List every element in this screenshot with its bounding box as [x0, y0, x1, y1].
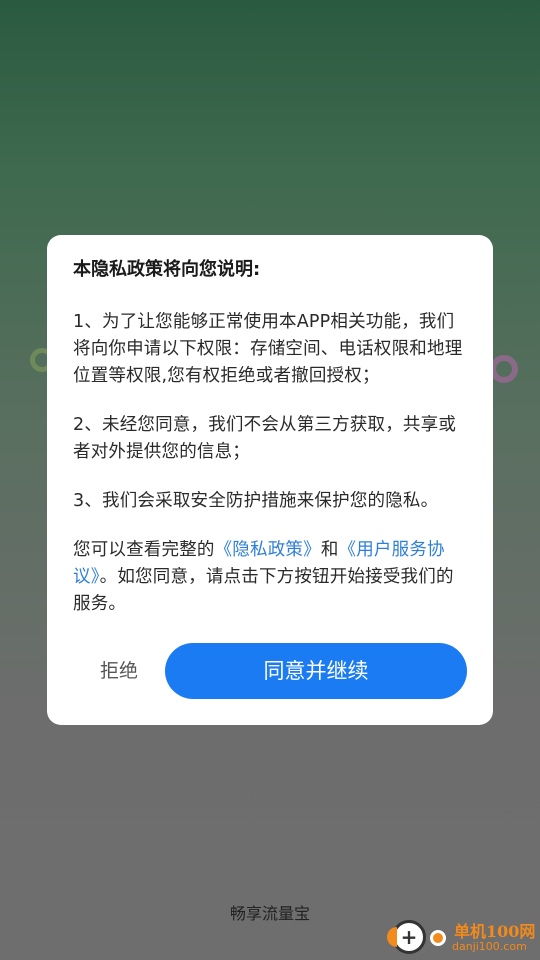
security-paragraph: 3、我们会采取安全防护措施来保护您的隐私。 [73, 491, 439, 511]
agreement-and: 和 [320, 540, 339, 560]
background-ring-decoration [490, 355, 518, 383]
watermark-url: danji100.com [452, 940, 527, 953]
dialog-title: 本隐私政策将向您说明: [73, 259, 261, 280]
agreement-suffix: 。如您同意，请点击下方按钮开始接受我们的服务。 [73, 567, 454, 614]
watermark-name: 单机100网 [454, 922, 536, 941]
watermark-circle-icon: + [387, 920, 426, 954]
permission-paragraph: 1、为了让您能够正常使用本APP相关功能，我们将向你申请以下权限：存储空间、电话… [73, 312, 463, 386]
plus-icon: + [400, 925, 418, 949]
agreement-prefix: 您可以查看完整的 [73, 540, 215, 560]
dialog-actions: 拒绝 同意并继续 [47, 643, 493, 699]
agreement-paragraph: 您可以查看完整的《隐私政策》和《用户服务协议》。如您同意，请点击下方按钮开始接受… [73, 537, 467, 618]
watermark-dot-icon [430, 930, 446, 946]
agree-continue-button[interactable]: 同意并继续 [165, 643, 467, 699]
watermark-logo: + 单机100网 danji100.com [387, 914, 540, 960]
data-sharing-paragraph: 2、未经您同意，我们不会从第三方获取，共享或者对外提供您的信息； [73, 415, 457, 462]
refuse-button[interactable]: 拒绝 [85, 643, 153, 699]
privacy-dialog: 本隐私政策将向您说明: 1、为了让您能够正常使用本APP相关功能，我们将向你申请… [47, 235, 493, 725]
privacy-policy-link[interactable]: 《隐私政策》 [215, 540, 321, 560]
